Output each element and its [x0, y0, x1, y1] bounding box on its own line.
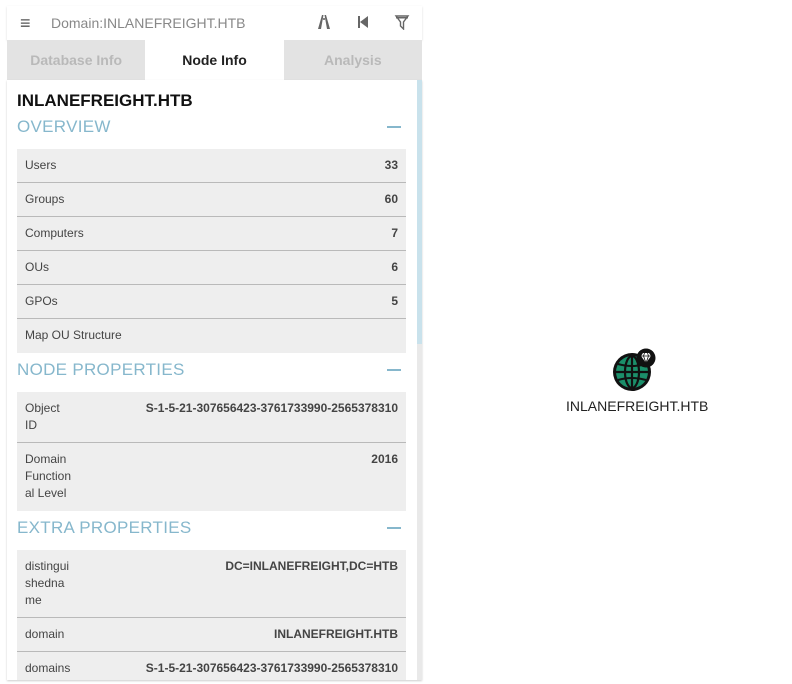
row-key: Map OU Structure — [25, 328, 122, 342]
row-key-line: Object — [25, 401, 60, 415]
search-input[interactable] — [51, 11, 291, 35]
extra-properties-section-header[interactable]: EXTRA PROPERTIES — [17, 514, 406, 544]
row-value: 2016 — [371, 452, 398, 466]
overview-heading: OVERVIEW — [17, 117, 111, 136]
row-key-line: distingui — [25, 559, 70, 573]
node-properties-heading: NODE PROPERTIES — [17, 360, 185, 379]
row-key: domains — [25, 661, 71, 675]
diamond-badge-icon — [636, 348, 656, 368]
node-info-panel: ≡ Database Info Node Info Analysis INLAN… — [7, 6, 422, 680]
extra-property-row-distinguishedname[interactable]: distingui shedna me DC=INLANEFREIGHT,DC=… — [17, 550, 406, 618]
overview-row-gpos[interactable]: GPOs 5 — [17, 285, 406, 319]
tab-analysis[interactable]: Analysis — [283, 40, 422, 80]
row-key: Computers — [25, 226, 84, 240]
row-key: Users — [25, 158, 57, 172]
node-property-row-functional-level[interactable]: Domain Function al Level 2016 — [17, 443, 406, 511]
row-key-line: Function — [25, 469, 72, 483]
globe-domain-icon[interactable] — [612, 348, 658, 394]
row-value: 6 — [391, 260, 398, 274]
collapse-icon[interactable] — [387, 369, 401, 371]
tab-database-info[interactable]: Database Info — [7, 40, 146, 80]
tab-node-info[interactable]: Node Info — [145, 40, 284, 80]
collapse-icon[interactable] — [387, 126, 401, 128]
node-property-row-object-id[interactable]: Object ID S-1-5-21-307656423-3761733990-… — [17, 392, 406, 443]
overview-row-users[interactable]: Users 33 — [17, 149, 406, 183]
extra-property-row-domains[interactable]: domains S-1-5-21-307656423-3761733990-25… — [17, 652, 406, 680]
node-properties-section-header[interactable]: NODE PROPERTIES — [17, 356, 406, 386]
row-value: S-1-5-21-307656423-3761733990-2565378310 — [145, 661, 398, 675]
graph-node-label: INLANEFREIGHT.HTB — [566, 398, 709, 414]
extra-property-row-domain[interactable]: domain INLANEFREIGHT.HTB — [17, 618, 406, 652]
overview-row-computers[interactable]: Computers 7 — [17, 217, 406, 251]
row-key-line: shedna — [25, 576, 65, 590]
row-key: domain — [25, 627, 65, 641]
row-key-line: me — [25, 593, 42, 607]
row-key-line: al Level — [25, 486, 67, 500]
row-value: DC=INLANEFREIGHT,DC=HTB — [225, 559, 398, 573]
filter-icon[interactable] — [394, 14, 410, 30]
row-key: Groups — [25, 192, 65, 206]
overview-section-header[interactable]: OVERVIEW — [17, 113, 406, 143]
row-key: Domain Function al Level — [25, 451, 71, 502]
search-bar: ≡ — [7, 6, 422, 40]
row-key: distingui shedna me — [25, 558, 69, 609]
panel-tabs: Database Info Node Info Analysis — [7, 40, 422, 80]
row-value: S-1-5-21-307656423-3761733990-2565378310 — [145, 401, 398, 415]
hamburger-icon[interactable]: ≡ — [20, 14, 31, 32]
row-key: GPOs — [25, 294, 58, 308]
row-value: 7 — [391, 226, 398, 240]
row-key-line: ID — [25, 418, 37, 432]
row-value: INLANEFREIGHT.HTB — [274, 627, 398, 641]
node-properties-table: Object ID S-1-5-21-307656423-3761733990-… — [17, 392, 406, 511]
graph-domain-node[interactable]: INLANEFREIGHT.HTB — [566, 348, 709, 418]
row-key: Object ID — [25, 400, 60, 434]
row-value: 5 — [391, 294, 398, 308]
node-title: INLANEFREIGHT.HTB — [17, 91, 193, 110]
overview-table: Users 33 Groups 60 Computers 7 OUs 6 GPO… — [17, 149, 406, 353]
node-info-content: INLANEFREIGHT.HTB OVERVIEW Users 33 Grou… — [7, 80, 422, 680]
row-value: 60 — [384, 192, 398, 206]
extra-properties-table: distingui shedna me DC=INLANEFREIGHT,DC=… — [17, 550, 406, 680]
map-ou-structure-link[interactable]: Map OU Structure — [17, 319, 406, 353]
extra-properties-heading: EXTRA PROPERTIES — [17, 518, 192, 537]
row-value: 33 — [384, 158, 398, 172]
row-key: OUs — [25, 260, 49, 274]
overview-row-groups[interactable]: Groups 60 — [17, 183, 406, 217]
back-icon[interactable] — [355, 14, 371, 30]
scrollbar-thumb[interactable] — [417, 80, 422, 344]
pathfinding-icon[interactable] — [316, 14, 332, 30]
scrollbar[interactable] — [417, 80, 422, 680]
row-key-line: Domain — [25, 452, 67, 466]
collapse-icon[interactable] — [387, 527, 401, 529]
overview-row-ous[interactable]: OUs 6 — [17, 251, 406, 285]
